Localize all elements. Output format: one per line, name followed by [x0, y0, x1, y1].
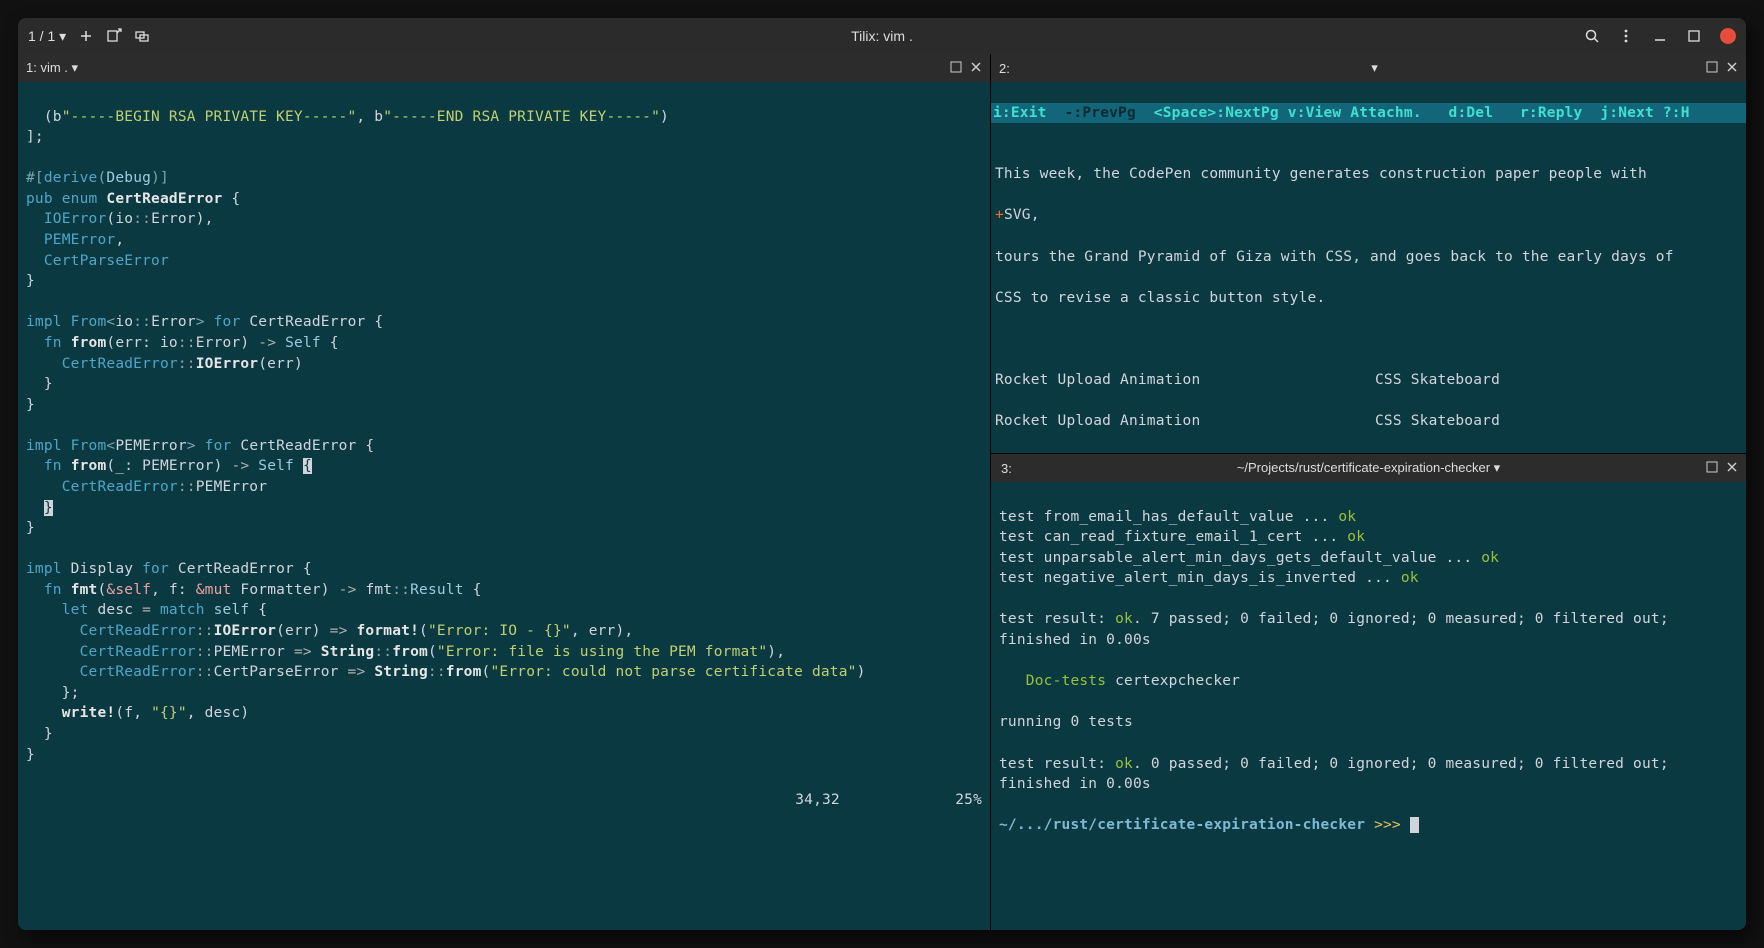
left-pane: 1: vim . ▾ (b"-----BEGIN RSA PRIVATE KEY… [18, 54, 991, 930]
pane2-close-icon[interactable] [1726, 61, 1738, 76]
shell-prompt[interactable]: ~/.../rust/certificate-expiration-checke… [999, 817, 1419, 833]
minimize-icon[interactable] [1652, 28, 1668, 44]
pane1-tabbar: 1: vim . ▾ [18, 54, 990, 82]
sync-icon[interactable] [134, 28, 150, 44]
new-tab-icon[interactable] [78, 28, 94, 44]
right-top-pane: 2: ▾ i:Exit -:PrevPg <Space>:NextPg v:Vi… [991, 54, 1746, 454]
session-indicator[interactable]: 1 / 1 ▾ [28, 28, 66, 45]
close-icon[interactable] [1720, 28, 1736, 44]
search-icon[interactable] [1584, 28, 1600, 44]
cargo-test-output[interactable]: test from_email_has_default_value ... ok… [991, 482, 1746, 930]
tilix-window: 1 / 1 ▾ Tilix: vim . [18, 18, 1746, 930]
titlebar: 1 / 1 ▾ Tilix: vim . [18, 18, 1746, 54]
mutt-body: This week, the CodePen community generat… [991, 144, 1746, 453]
pane3-tabbar: 3: ~/Projects/rust/certificate-expiratio… [991, 454, 1746, 482]
new-window-icon[interactable] [106, 28, 122, 44]
pane2-tab-label[interactable]: 2: [999, 61, 1738, 76]
pane3-tab-path[interactable]: ~/Projects/rust/certificate-expiration-c… [999, 460, 1738, 476]
mutt-header-bar: i:Exit -:PrevPg <Space>:NextPg v:View At… [991, 103, 1746, 124]
pane1-tab-label[interactable]: 1: vim . ▾ [26, 60, 982, 76]
vim-editor[interactable]: (b"-----BEGIN RSA PRIVATE KEY-----", b"-… [18, 82, 990, 930]
mutt-viewer[interactable]: i:Exit -:PrevPg <Space>:NextPg v:View At… [991, 82, 1746, 453]
right-pane-group: 2: ▾ i:Exit -:PrevPg <Space>:NextPg v:Vi… [991, 54, 1746, 930]
pane3-maximize-icon[interactable] [1706, 461, 1718, 476]
pane3-tab-number[interactable]: 3: [1001, 461, 1012, 476]
content-area: 1: vim . ▾ (b"-----BEGIN RSA PRIVATE KEY… [18, 54, 1746, 930]
pane2-dropdown-icon[interactable]: ▾ [1371, 60, 1378, 76]
menu-icon[interactable] [1618, 28, 1634, 44]
vim-status-cursor: 34,32 [795, 790, 955, 811]
vim-status-percent: 25% [955, 790, 982, 811]
pane2-maximize-icon[interactable] [1706, 61, 1718, 76]
maximize-icon[interactable] [1686, 28, 1702, 44]
right-bottom-pane: 3: ~/Projects/rust/certificate-expiratio… [991, 454, 1746, 930]
pane1-close-icon[interactable] [970, 61, 982, 76]
pane3-close-icon[interactable] [1726, 461, 1738, 476]
window-title: Tilix: vim . [248, 28, 1516, 44]
pane1-maximize-icon[interactable] [950, 61, 962, 76]
pane2-tabbar: 2: ▾ [991, 54, 1746, 82]
